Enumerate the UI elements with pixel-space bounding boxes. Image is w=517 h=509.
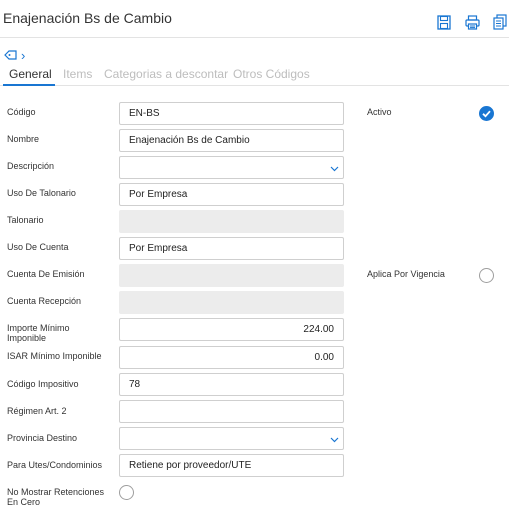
- activo-checkbox[interactable]: [479, 106, 494, 121]
- page-title: Enajenación Bs de Cambio: [3, 10, 172, 26]
- copy-icon[interactable]: [491, 13, 509, 31]
- no-mostrar-checkbox[interactable]: [119, 485, 134, 500]
- chevron-down-icon[interactable]: [330, 164, 339, 175]
- codigo-impositivo-field[interactable]: 78: [119, 373, 344, 396]
- aplica-vigencia-checkbox[interactable]: [479, 268, 494, 283]
- cuenta-emision-field: [119, 264, 344, 287]
- provincia-destino-select[interactable]: [119, 427, 344, 450]
- tab-categorias[interactable]: Categorias a descontar: [104, 67, 228, 81]
- descripcion-label: Descripción: [7, 161, 55, 171]
- aplica-vigencia-label: Aplica Por Vigencia: [367, 269, 445, 279]
- utes-field[interactable]: Retiene por proveedor/UTE: [119, 454, 344, 477]
- tag-icon[interactable]: [4, 47, 17, 65]
- cuenta-recepcion-field: [119, 291, 344, 314]
- isar-minimo-field[interactable]: 0.00: [119, 346, 344, 369]
- no-mostrar-label-line2: En Cero: [7, 497, 41, 507]
- regimen-label: Régimen Art. 2: [7, 406, 67, 416]
- chevron-down-icon[interactable]: [330, 435, 339, 446]
- print-icon[interactable]: [463, 13, 481, 31]
- toolbar: [435, 13, 509, 31]
- active-tab-indicator: [3, 84, 55, 86]
- uso-talonario-label: Uso De Talonario: [7, 188, 76, 198]
- importe-minimo-field[interactable]: 224.00: [119, 318, 344, 341]
- importe-minimo-label: Importe Mínimo Imponible: [7, 323, 70, 343]
- nombre-label: Nombre: [7, 134, 40, 144]
- talonario-field: [119, 210, 344, 233]
- header-divider: [0, 37, 509, 38]
- provincia-destino-label: Provincia Destino: [7, 433, 78, 443]
- talonario-label: Talonario: [7, 215, 44, 225]
- uso-cuenta-label: Uso De Cuenta: [7, 242, 69, 252]
- tab-otros-codigos[interactable]: Otros Códigos: [233, 67, 310, 81]
- importe-minimo-label-line2: Imponible: [7, 333, 47, 343]
- uso-cuenta-field[interactable]: Por Empresa: [119, 237, 344, 260]
- isar-minimo-label: ISAR Mínimo Imponible: [7, 351, 102, 361]
- nombre-field[interactable]: Enajenación Bs de Cambio: [119, 129, 344, 152]
- tab-bar: General Items Categorias a descontar Otr…: [0, 67, 509, 86]
- importe-minimo-label-line1: Importe Mínimo: [7, 323, 70, 333]
- regimen-field[interactable]: [119, 400, 344, 423]
- utes-label: Para Utes/Condominios: [7, 460, 103, 470]
- activo-label: Activo: [367, 107, 392, 117]
- codigo-field[interactable]: EN-BS: [119, 102, 344, 125]
- no-mostrar-label-line1: No Mostrar Retenciones: [7, 487, 105, 497]
- uso-talonario-field[interactable]: Por Empresa: [119, 183, 344, 206]
- checkmark-icon: [482, 110, 491, 118]
- tab-general[interactable]: General: [9, 67, 52, 81]
- breadcrumb: ›: [4, 47, 25, 65]
- codigo-label: Código: [7, 107, 36, 117]
- cuenta-emision-label: Cuenta De Emisión: [7, 269, 85, 279]
- cuenta-recepcion-label: Cuenta Recepción: [7, 296, 82, 306]
- codigo-impositivo-label: Código Impositivo: [7, 379, 79, 389]
- tab-items[interactable]: Items: [63, 67, 92, 81]
- descripcion-select[interactable]: [119, 156, 344, 179]
- save-icon[interactable]: [435, 13, 453, 31]
- breadcrumb-separator: ›: [21, 48, 26, 63]
- no-mostrar-label: No Mostrar Retenciones En Cero: [7, 487, 104, 507]
